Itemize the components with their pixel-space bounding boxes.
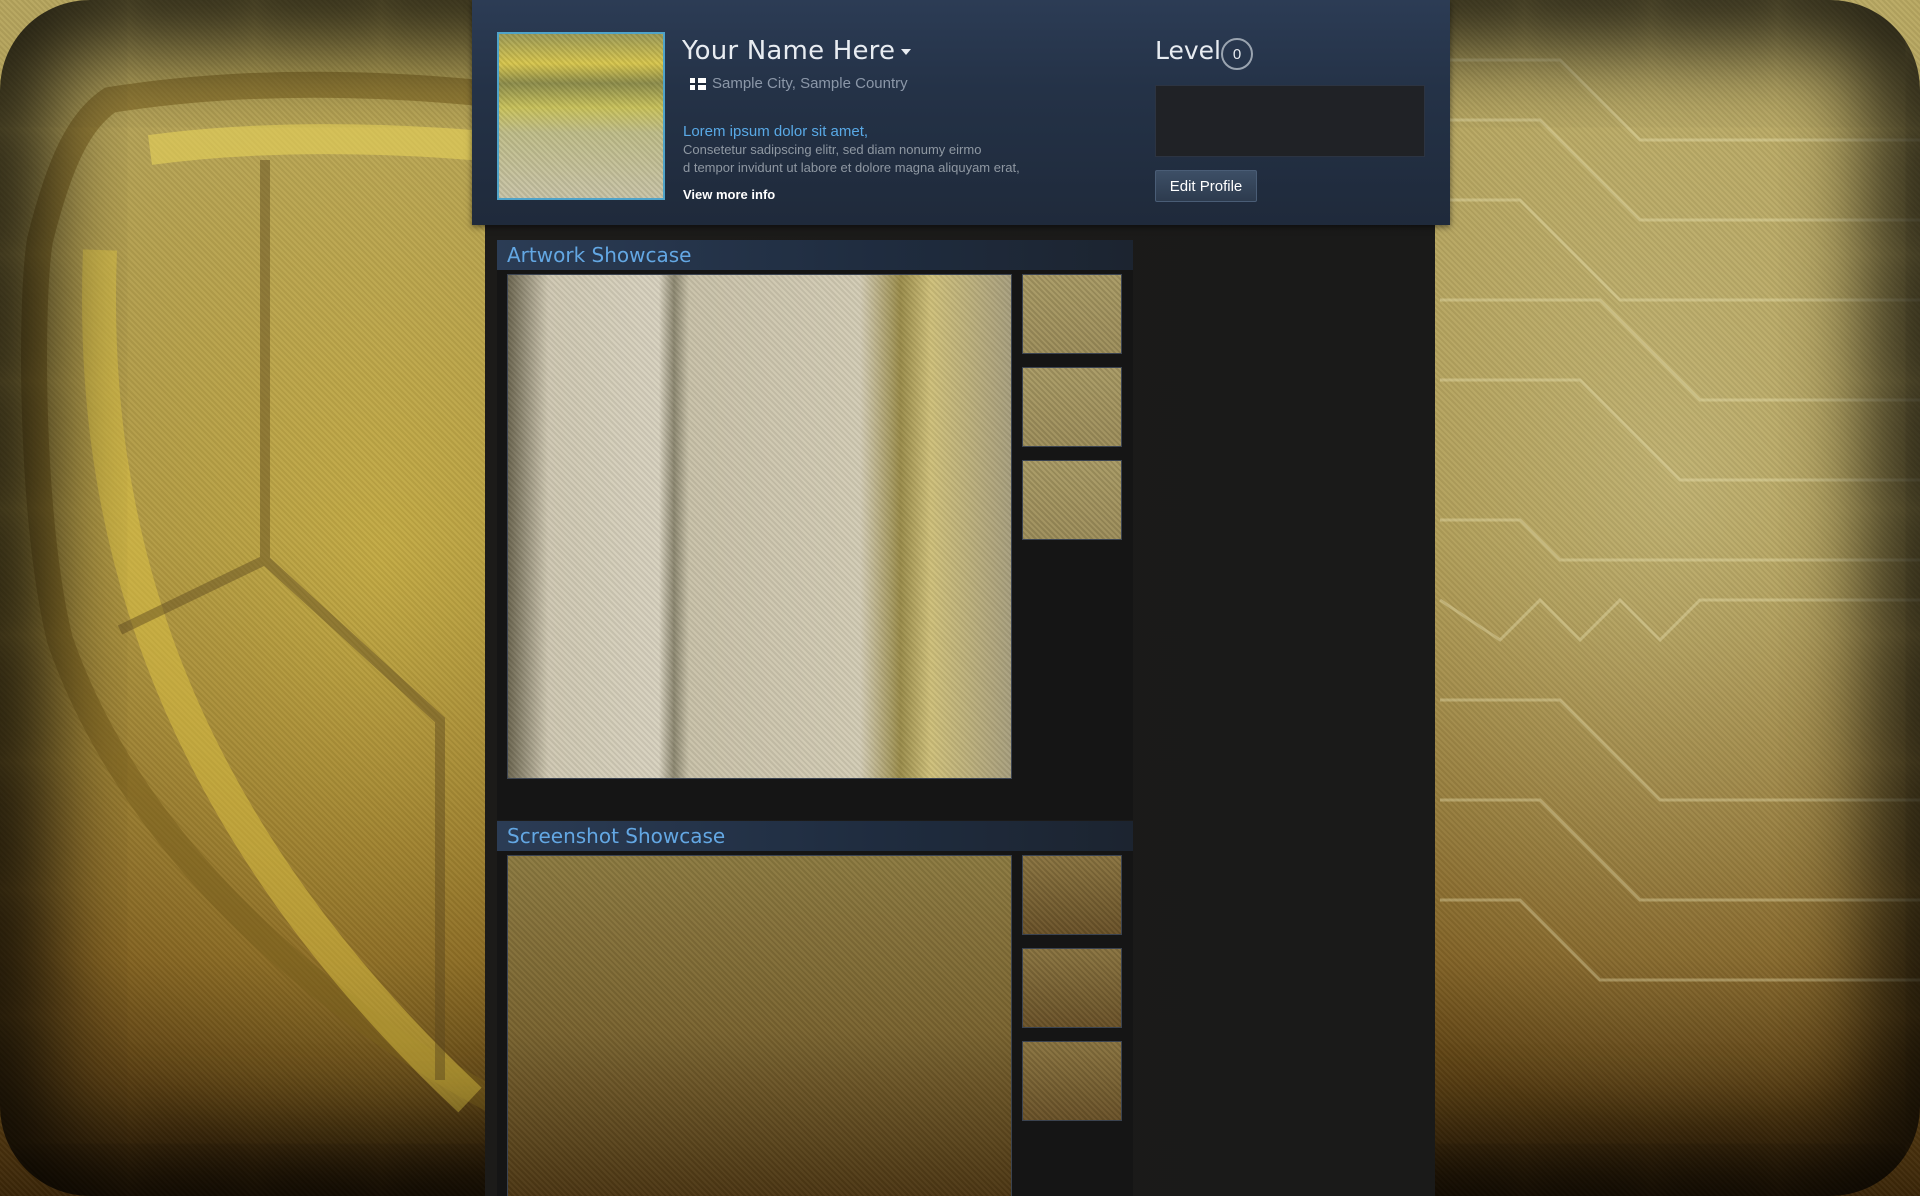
screenshot-thumb-2[interactable] <box>1022 948 1122 1028</box>
screenshot-showcase-title: Screenshot Showcase <box>497 821 1133 851</box>
artwork-main-image[interactable] <box>507 274 1012 779</box>
artwork-thumb-2[interactable] <box>1022 367 1122 447</box>
summary-line-1: Consetetur sadipscing elitr, sed diam no… <box>683 142 982 157</box>
country-flag-icon <box>690 77 706 90</box>
artwork-thumb-3[interactable] <box>1022 460 1122 540</box>
artwork-showcase-title: Artwork Showcase <box>497 240 1133 270</box>
screenshot-main-image[interactable] <box>507 855 1012 1196</box>
persona-name-dropdown[interactable]: Your Name Here <box>682 36 912 66</box>
avatar[interactable] <box>497 32 665 200</box>
level-badge[interactable]: 0 <box>1221 38 1253 70</box>
level-label: Level <box>1155 36 1221 65</box>
screenshot-showcase: Screenshot Showcase <box>497 821 1133 1196</box>
summary-title: Lorem ipsum dolor sit amet, <box>683 123 869 140</box>
persona-name: Your Name Here <box>682 36 896 66</box>
artwork-showcase: Artwork Showcase <box>497 240 1133 820</box>
chevron-down-icon <box>901 48 912 55</box>
profile-header: Your Name Here Sample City, Sample Count… <box>472 0 1450 225</box>
screenshot-thumb-3[interactable] <box>1022 1041 1122 1121</box>
edit-profile-button[interactable]: Edit Profile <box>1155 170 1257 202</box>
profile-location: Sample City, Sample Country <box>690 75 908 92</box>
artwork-thumb-1[interactable] <box>1022 274 1122 354</box>
screenshot-thumb-1[interactable] <box>1022 855 1122 935</box>
favorite-badge-box <box>1155 85 1425 157</box>
summary-line-2: d tempor invidunt ut labore et dolore ma… <box>683 160 1020 175</box>
view-more-info-link[interactable]: View more info <box>683 187 775 202</box>
location-text: Sample City, Sample Country <box>712 75 908 92</box>
